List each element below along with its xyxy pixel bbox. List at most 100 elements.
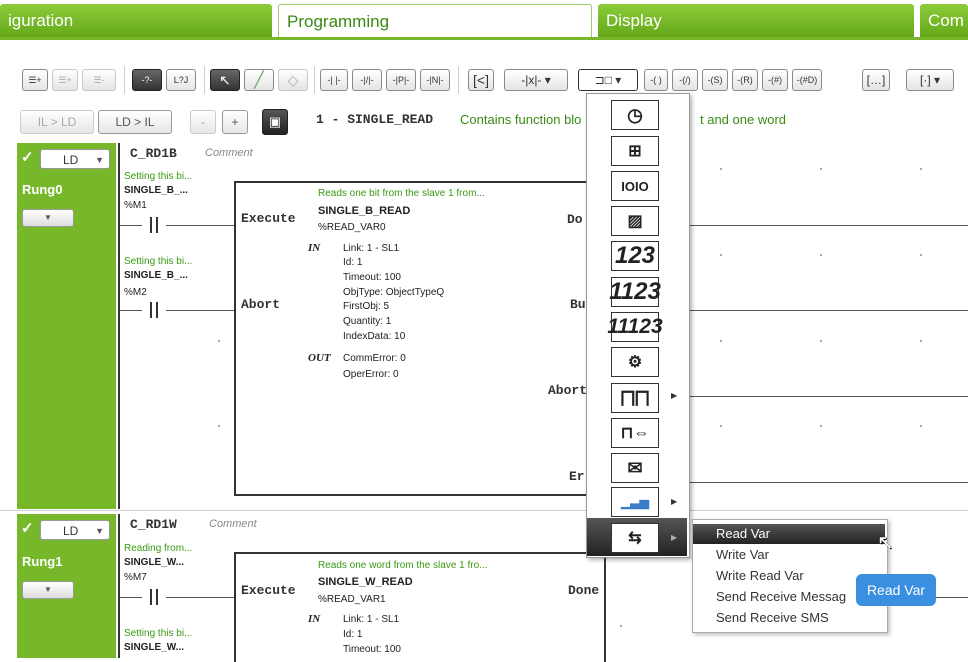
contact-symbol[interactable] [142,302,166,318]
tab-configuration[interactable]: iguration [0,4,272,37]
pulse-icon[interactable]: ⨅⨅ [611,383,659,413]
button-label: -(R) [737,75,753,85]
step-coil-icon[interactable]: -(#) [762,69,788,91]
tab-display[interactable]: Display [598,4,914,37]
rung-title[interactable]: C_RD1W [130,517,177,532]
step-deactivate-coil-icon[interactable]: -(#D) [792,69,822,91]
ld-to-il-button[interactable]: LD > IL [98,110,172,134]
assignment-block-icon[interactable]: […] [862,69,890,91]
integer-icon[interactable]: 123 [611,241,659,271]
pulse-detect-icon[interactable]: ⊓⇔ [611,418,659,448]
pin-done: Done [568,583,600,598]
insert-rung-icon[interactable]: ☰+ [22,69,48,91]
contact-address: %M1 [124,200,147,211]
menu-item-label: Write Read Var [716,568,804,583]
rung-comment[interactable]: Comment [205,147,253,159]
tab-underline [0,37,968,40]
submenu-arrow-icon: ▶ [671,533,678,542]
rung-options-dropdown[interactable]: ▼ [22,581,74,599]
normally-closed-contact-icon[interactable]: -|/|- [352,69,382,91]
zoom-out-button[interactable]: - [190,110,216,134]
block-variable: %READ_VAR0 [318,222,386,233]
menu-item-write-var[interactable]: Write Var [693,545,885,565]
grid-dot [720,340,722,342]
contact-symbol[interactable] [142,217,166,233]
contact-comment: Setting this bi... [124,256,193,267]
rung-name: Rung0 [22,182,63,197]
pin-busy: Bu [570,297,586,312]
falling-edge-contact-icon[interactable]: -|N|- [420,69,450,91]
block-input: Id: 1 [343,629,363,640]
drag-tooltip: Read Var [856,574,936,606]
tab-programming[interactable]: Programming [278,4,592,37]
function-block[interactable] [234,181,606,496]
contact-name: SINGLE_W... [124,642,185,653]
button-label: -(/) [679,75,691,85]
button-label: -|N|- [426,75,444,85]
reset-coil-icon[interactable]: -(R) [732,69,758,91]
counter-icon[interactable]: ⊞ [611,136,659,166]
tab-bar: iguration Programming Display Com [0,0,968,40]
float-icon[interactable]: 11123 [607,312,663,342]
wire [120,310,236,311]
negated-coil-icon[interactable]: -(/) [672,69,698,91]
insert-rung-after-icon[interactable]: ☰+ [52,69,78,91]
tab-label: iguration [8,11,74,30]
program-description: Contains function blo [460,112,582,127]
pin-error: Er [569,469,585,484]
menu-item-read-var[interactable]: Read Var [693,524,885,544]
grid-dot [218,425,220,427]
message-icon[interactable]: ✉ [611,453,659,483]
wire [120,597,236,598]
wire [688,225,968,226]
operation-block-dropdown[interactable]: -|x|- ▾ [504,69,568,91]
contact-symbol[interactable] [142,589,166,605]
zoom-in-button[interactable]: + [222,110,248,134]
toolbar-separator [124,66,125,94]
comment-bubble-icon[interactable]: ▣ [262,109,288,135]
draw-line-icon[interactable]: ╱ [244,69,274,91]
palette-item-label: 123 [614,242,656,269]
wire [120,225,236,226]
integer32-icon[interactable]: 1123 [609,277,661,307]
button-label: - [201,115,205,129]
rung-mode-value: LD [63,153,79,167]
rung-mode-select[interactable]: ✓ LD ▼ [21,149,110,169]
rung-title[interactable]: C_RD1B [130,146,177,161]
function-block-dropdown[interactable]: ⊐□ ▾ [578,69,638,91]
submenu-arrow-icon: ▶ [671,391,678,400]
communication-icon[interactable]: ⇆ [611,523,659,553]
shift-register-icon[interactable]: IOIO [611,171,659,201]
schedule-icon[interactable]: ▁▃▅ [611,487,659,517]
delete-rung-icon[interactable]: ☰- [82,69,116,91]
grid-dot [920,340,922,342]
rung-comment[interactable]: Comment [209,518,257,530]
rung-mode-select[interactable]: ✓ LD ▼ [21,520,110,540]
chevron-down-icon: ▼ [95,155,104,165]
timer-icon[interactable]: ◷ [611,100,659,130]
rising-edge-contact-icon[interactable]: -|P|- [386,69,416,91]
grid-dot [920,168,922,170]
block-input: ObjType: ObjectTypeQ [343,287,445,298]
set-coil-icon[interactable]: -(S) [702,69,728,91]
compare-block-icon[interactable]: [<] [468,69,494,91]
button-label: -(#) [768,75,782,85]
drum-icon[interactable]: ⚙ [611,347,659,377]
block-variable: %READ_VAR1 [318,594,386,605]
line-element-button[interactable]: L?J [166,69,196,91]
program-description-tail: t and one word [700,112,787,127]
step-counter-icon[interactable]: ▨ [611,206,659,236]
block-comment: Reads one bit from the slave 1 from... [318,188,485,199]
menu-item-send-receive-sms[interactable]: Send Receive SMS [693,608,885,628]
menu-item-label: Send Receive Messag [716,589,847,604]
rung-options-dropdown[interactable]: ▼ [22,209,74,227]
block-output: CommError: 0 [343,353,406,364]
eraser-icon[interactable]: ◇ [278,69,308,91]
il-to-ld-button[interactable]: IL > LD [20,110,94,134]
coil-icon[interactable]: -( ) [644,69,668,91]
pointer-icon[interactable]: ↖ [210,69,240,91]
unknown-element-button[interactable]: -?- [132,69,162,91]
tab-commissioning[interactable]: Com [920,4,968,37]
normally-open-contact-icon[interactable]: -| |- [320,69,348,91]
more-elements-dropdown[interactable]: [·] ▾ [906,69,954,91]
